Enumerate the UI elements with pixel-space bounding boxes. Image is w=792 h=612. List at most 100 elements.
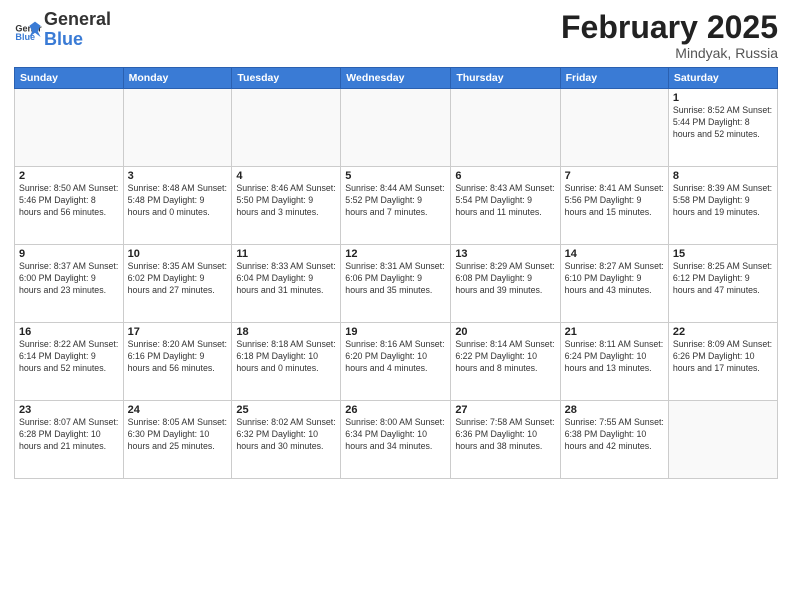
day-header-friday: Friday [560,68,668,89]
calendar-cell: 17Sunrise: 8:20 AM Sunset: 6:16 PM Dayli… [123,323,232,401]
day-info: Sunrise: 8:05 AM Sunset: 6:30 PM Dayligh… [128,417,228,453]
day-info: Sunrise: 8:46 AM Sunset: 5:50 PM Dayligh… [236,183,336,219]
calendar-cell: 24Sunrise: 8:05 AM Sunset: 6:30 PM Dayli… [123,401,232,479]
day-number: 26 [345,404,446,416]
calendar-cell [668,401,777,479]
calendar-cell: 14Sunrise: 8:27 AM Sunset: 6:10 PM Dayli… [560,245,668,323]
day-number: 20 [455,326,555,338]
calendar-cell: 10Sunrise: 8:35 AM Sunset: 6:02 PM Dayli… [123,245,232,323]
calendar-cell [15,89,124,167]
day-number: 1 [673,92,773,104]
month-title: February 2025 [561,10,778,45]
day-number: 22 [673,326,773,338]
day-info: Sunrise: 8:11 AM Sunset: 6:24 PM Dayligh… [565,339,664,375]
calendar-cell: 28Sunrise: 7:55 AM Sunset: 6:38 PM Dayli… [560,401,668,479]
day-number: 19 [345,326,446,338]
day-number: 14 [565,248,664,260]
calendar-cell: 18Sunrise: 8:18 AM Sunset: 6:18 PM Dayli… [232,323,341,401]
calendar-cell [232,89,341,167]
day-header-saturday: Saturday [668,68,777,89]
day-number: 24 [128,404,228,416]
day-info: Sunrise: 8:41 AM Sunset: 5:56 PM Dayligh… [565,183,664,219]
calendar-cell: 7Sunrise: 8:41 AM Sunset: 5:56 PM Daylig… [560,167,668,245]
day-info: Sunrise: 8:29 AM Sunset: 6:08 PM Dayligh… [455,261,555,297]
day-number: 17 [128,326,228,338]
day-number: 5 [345,170,446,182]
logo-text: GeneralBlue [44,10,111,50]
day-info: Sunrise: 8:00 AM Sunset: 6:34 PM Dayligh… [345,417,446,453]
day-info: Sunrise: 8:07 AM Sunset: 6:28 PM Dayligh… [19,417,119,453]
calendar-header-row: SundayMondayTuesdayWednesdayThursdayFrid… [15,68,778,89]
week-row-3: 16Sunrise: 8:22 AM Sunset: 6:14 PM Dayli… [15,323,778,401]
calendar-cell [451,89,560,167]
calendar-cell [341,89,451,167]
calendar-cell: 11Sunrise: 8:33 AM Sunset: 6:04 PM Dayli… [232,245,341,323]
day-info: Sunrise: 7:55 AM Sunset: 6:38 PM Dayligh… [565,417,664,453]
day-number: 12 [345,248,446,260]
day-info: Sunrise: 8:16 AM Sunset: 6:20 PM Dayligh… [345,339,446,375]
calendar-cell: 19Sunrise: 8:16 AM Sunset: 6:20 PM Dayli… [341,323,451,401]
day-info: Sunrise: 8:09 AM Sunset: 6:26 PM Dayligh… [673,339,773,375]
calendar-cell: 9Sunrise: 8:37 AM Sunset: 6:00 PM Daylig… [15,245,124,323]
day-info: Sunrise: 8:18 AM Sunset: 6:18 PM Dayligh… [236,339,336,375]
day-info: Sunrise: 8:39 AM Sunset: 5:58 PM Dayligh… [673,183,773,219]
day-number: 4 [236,170,336,182]
calendar-cell: 20Sunrise: 8:14 AM Sunset: 6:22 PM Dayli… [451,323,560,401]
day-number: 11 [236,248,336,260]
calendar-cell: 6Sunrise: 8:43 AM Sunset: 5:54 PM Daylig… [451,167,560,245]
calendar-cell: 8Sunrise: 8:39 AM Sunset: 5:58 PM Daylig… [668,167,777,245]
day-number: 27 [455,404,555,416]
day-info: Sunrise: 8:50 AM Sunset: 5:46 PM Dayligh… [19,183,119,219]
calendar-cell: 22Sunrise: 8:09 AM Sunset: 6:26 PM Dayli… [668,323,777,401]
day-number: 28 [565,404,664,416]
location: Mindyak, Russia [561,45,778,61]
day-number: 21 [565,326,664,338]
day-info: Sunrise: 8:02 AM Sunset: 6:32 PM Dayligh… [236,417,336,453]
calendar-cell: 26Sunrise: 8:00 AM Sunset: 6:34 PM Dayli… [341,401,451,479]
day-number: 13 [455,248,555,260]
week-row-1: 2Sunrise: 8:50 AM Sunset: 5:46 PM Daylig… [15,167,778,245]
calendar-cell: 21Sunrise: 8:11 AM Sunset: 6:24 PM Dayli… [560,323,668,401]
calendar-cell: 1Sunrise: 8:52 AM Sunset: 5:44 PM Daylig… [668,89,777,167]
calendar-cell: 27Sunrise: 7:58 AM Sunset: 6:36 PM Dayli… [451,401,560,479]
logo: General Blue GeneralBlue [14,10,111,50]
day-number: 15 [673,248,773,260]
day-header-tuesday: Tuesday [232,68,341,89]
day-header-thursday: Thursday [451,68,560,89]
day-number: 8 [673,170,773,182]
week-row-2: 9Sunrise: 8:37 AM Sunset: 6:00 PM Daylig… [15,245,778,323]
day-info: Sunrise: 8:25 AM Sunset: 6:12 PM Dayligh… [673,261,773,297]
day-number: 16 [19,326,119,338]
calendar-cell: 2Sunrise: 8:50 AM Sunset: 5:46 PM Daylig… [15,167,124,245]
day-info: Sunrise: 8:14 AM Sunset: 6:22 PM Dayligh… [455,339,555,375]
day-info: Sunrise: 8:31 AM Sunset: 6:06 PM Dayligh… [345,261,446,297]
day-number: 18 [236,326,336,338]
calendar-cell: 25Sunrise: 8:02 AM Sunset: 6:32 PM Dayli… [232,401,341,479]
calendar-cell: 15Sunrise: 8:25 AM Sunset: 6:12 PM Dayli… [668,245,777,323]
title-block: February 2025 Mindyak, Russia [561,10,778,61]
day-number: 10 [128,248,228,260]
calendar-cell: 5Sunrise: 8:44 AM Sunset: 5:52 PM Daylig… [341,167,451,245]
day-header-monday: Monday [123,68,232,89]
day-info: Sunrise: 7:58 AM Sunset: 6:36 PM Dayligh… [455,417,555,453]
day-info: Sunrise: 8:27 AM Sunset: 6:10 PM Dayligh… [565,261,664,297]
day-info: Sunrise: 8:44 AM Sunset: 5:52 PM Dayligh… [345,183,446,219]
page: General Blue GeneralBlue February 2025 M… [0,0,792,612]
calendar-cell: 12Sunrise: 8:31 AM Sunset: 6:06 PM Dayli… [341,245,451,323]
day-number: 25 [236,404,336,416]
day-info: Sunrise: 8:33 AM Sunset: 6:04 PM Dayligh… [236,261,336,297]
week-row-4: 23Sunrise: 8:07 AM Sunset: 6:28 PM Dayli… [15,401,778,479]
day-info: Sunrise: 8:43 AM Sunset: 5:54 PM Dayligh… [455,183,555,219]
calendar-cell: 23Sunrise: 8:07 AM Sunset: 6:28 PM Dayli… [15,401,124,479]
day-info: Sunrise: 8:35 AM Sunset: 6:02 PM Dayligh… [128,261,228,297]
day-header-sunday: Sunday [15,68,124,89]
calendar-cell [560,89,668,167]
calendar-cell: 13Sunrise: 8:29 AM Sunset: 6:08 PM Dayli… [451,245,560,323]
calendar-cell: 16Sunrise: 8:22 AM Sunset: 6:14 PM Dayli… [15,323,124,401]
day-info: Sunrise: 8:48 AM Sunset: 5:48 PM Dayligh… [128,183,228,219]
calendar-cell: 3Sunrise: 8:48 AM Sunset: 5:48 PM Daylig… [123,167,232,245]
day-info: Sunrise: 8:52 AM Sunset: 5:44 PM Dayligh… [673,105,773,141]
calendar: SundayMondayTuesdayWednesdayThursdayFrid… [14,67,778,479]
week-row-0: 1Sunrise: 8:52 AM Sunset: 5:44 PM Daylig… [15,89,778,167]
day-header-wednesday: Wednesday [341,68,451,89]
